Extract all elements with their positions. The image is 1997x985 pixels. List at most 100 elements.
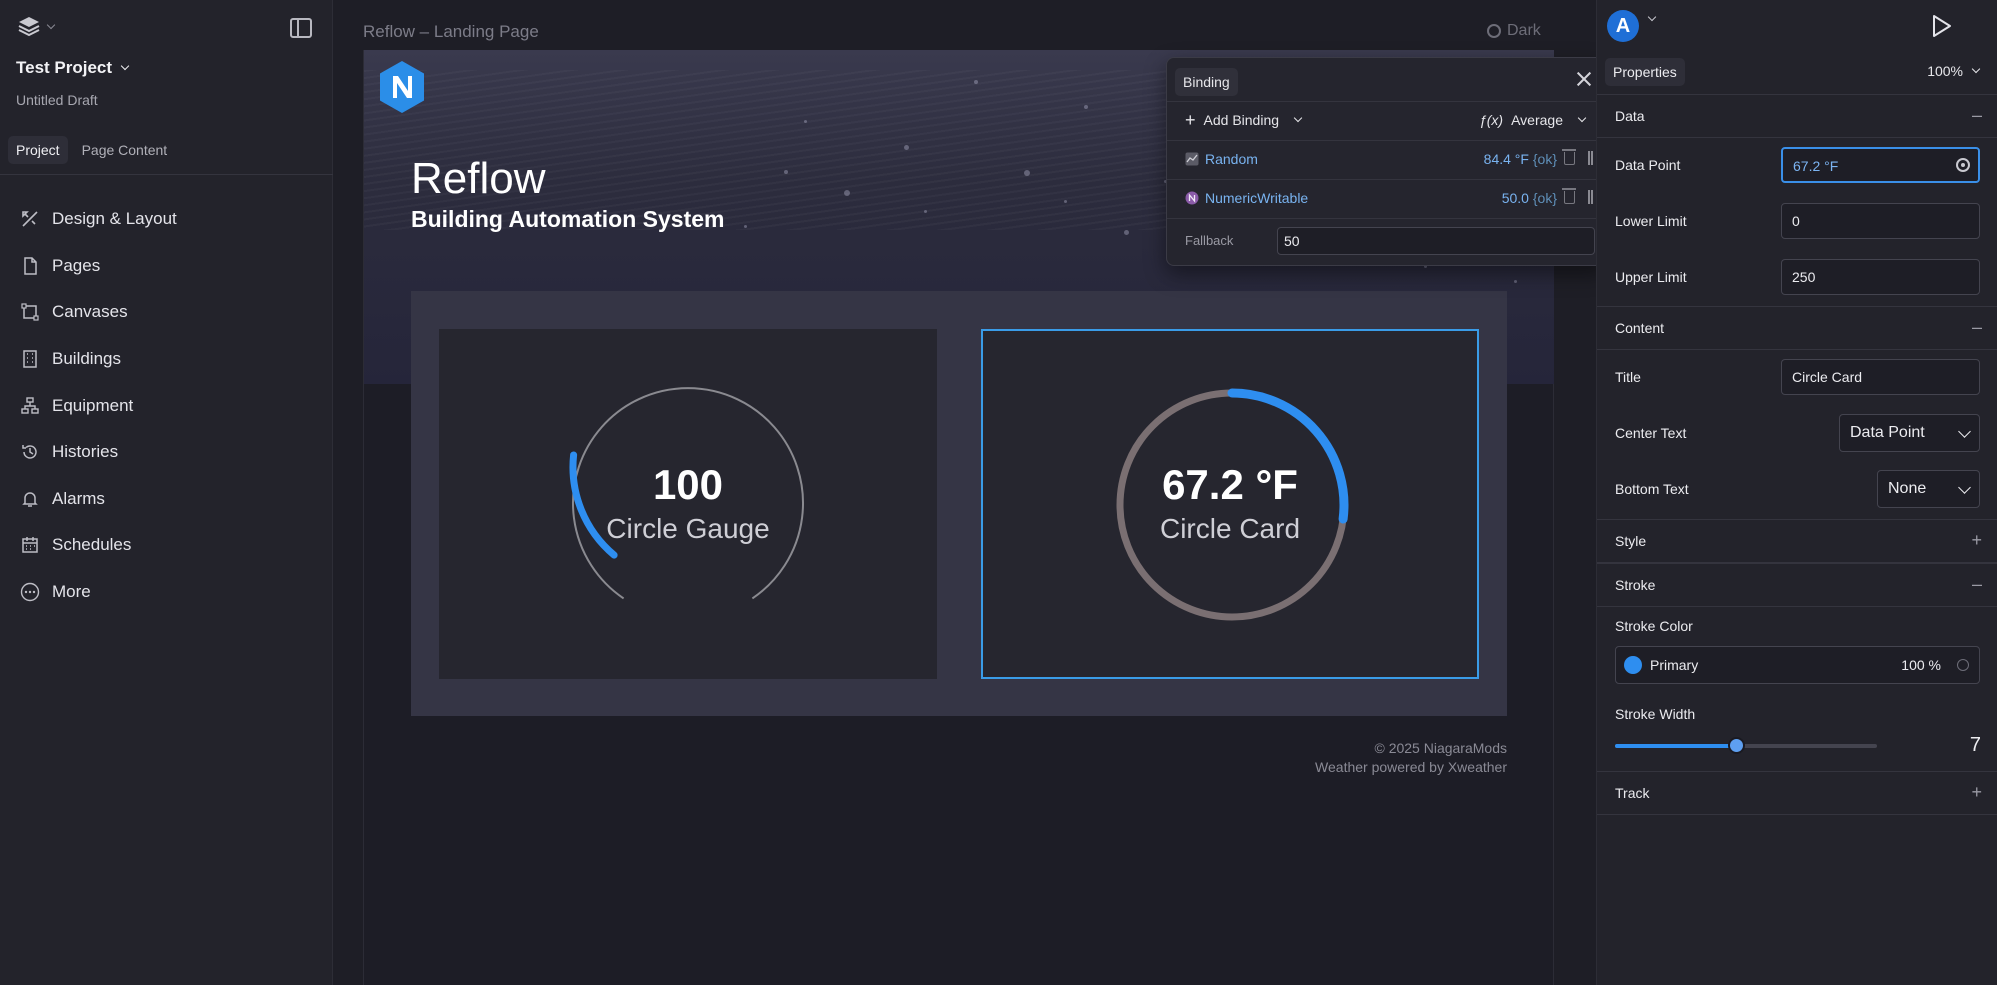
tab-project[interactable]: Project [8,136,68,164]
gauge-label: Circle Gauge [606,513,770,544]
sidebar-item-alarms[interactable]: Alarms [20,476,177,523]
expand-icon[interactable]: + [1971,782,1982,803]
building-icon [20,349,40,369]
section-style[interactable]: Style + [1597,519,1997,563]
theme-icon [1487,24,1501,38]
color-name: Primary [1650,657,1699,673]
binding-source-row[interactable]: NumericWritable 50.0 {ok} [1167,179,1605,218]
sidebar-item-equipment[interactable]: Equipment [20,382,177,429]
data-point-value: 67.2 °F [1793,158,1839,174]
avatar[interactable]: A [1607,10,1639,42]
sidebar-item-label: Schedules [52,535,132,555]
canvas-icon [20,302,40,322]
project-name: Test Project [16,58,113,77]
sidebar-item-label: Design & Layout [52,209,177,229]
trash-icon[interactable] [1562,188,1576,204]
divider [0,174,333,175]
section-label: Track [1615,785,1650,801]
footer-copyright: © 2025 NiagaraMods [1374,740,1507,756]
chevron-down-icon [120,61,130,71]
equipment-icon [20,396,40,416]
trash-icon[interactable] [1562,149,1576,165]
history-icon [20,442,40,462]
tab-properties[interactable]: Properties [1605,58,1685,86]
zoom-select[interactable]: 100% [1927,63,1981,79]
sidebar-item-buildings[interactable]: Buildings [20,336,177,383]
drag-handle-icon[interactable] [1588,151,1593,165]
section-stroke[interactable]: Stroke – [1597,563,1997,607]
sidebar-item-label: Equipment [52,395,134,415]
project-selector[interactable]: Test Project [16,58,130,78]
sidebar-item-pages[interactable]: Pages [20,243,177,290]
theme-toggle[interactable]: Dark [1487,22,1541,40]
expand-icon[interactable]: + [1971,530,1982,551]
play-icon[interactable] [1931,14,1953,38]
bottom-text-select[interactable]: None [1877,470,1980,508]
aggregate-function-select[interactable]: ƒ(x) Average [1479,112,1587,128]
sidebar-toggle-icon[interactable] [290,18,312,38]
source-name: Random [1205,151,1258,167]
source-value: 50.0 {ok} [1502,190,1557,206]
add-binding-button[interactable]: + Add Binding [1185,111,1303,129]
collapse-icon[interactable]: – [1972,574,1982,595]
data-point-label: Data Point [1615,157,1681,173]
section-data[interactable]: Data – [1597,94,1997,138]
sidebar-nav: Design & Layout Pages Canvases Buildings… [20,196,177,615]
function-label: Average [1511,112,1563,128]
source-value-text: 50.0 [1501,190,1529,206]
center-text-select[interactable]: Data Point [1839,414,1980,452]
center-text-value: Data Point [1850,424,1925,441]
canvas-title: Reflow – Landing Page [363,22,539,41]
sidebar-item-schedules[interactable]: Schedules [20,522,177,569]
stroke-width-label: Stroke Width [1615,706,1696,722]
color-swatch[interactable] [1624,656,1642,674]
design-icon [20,209,40,229]
section-track[interactable]: Track + [1597,771,1997,815]
stroke-color-label: Stroke Color [1615,618,1693,634]
chevron-down-icon[interactable] [1647,12,1657,22]
more-icon [20,582,40,602]
sidebar-item-histories[interactable]: Histories [20,429,177,476]
section-content[interactable]: Content – [1597,306,1997,350]
bell-icon [20,489,40,509]
section-label: Stroke [1615,577,1656,593]
sidebar-item-more[interactable]: More [20,569,177,616]
tab-binding[interactable]: Binding [1175,68,1238,96]
lower-limit-label: Lower Limit [1615,213,1687,229]
fallback-input[interactable]: 50 [1277,227,1595,255]
lower-limit-input[interactable]: 0 [1781,203,1980,239]
close-icon[interactable] [1575,70,1593,88]
upper-limit-label: Upper Limit [1615,269,1687,285]
sidebar-item-canvases[interactable]: Canvases [20,289,177,336]
sidebar-tabs: Project Page Content [8,136,175,164]
binding-source[interactable]: NumericWritable [1185,190,1308,206]
sidebar-item-label: Histories [52,442,119,462]
collapse-icon[interactable]: – [1972,105,1982,126]
chevron-down-icon [1958,424,1971,438]
stroke-width-slider[interactable] [1615,737,1877,754]
sidebar-item-label: Canvases [52,302,128,322]
opacity-icon[interactable] [1957,659,1969,671]
stroke-color-input[interactable]: Primary 100 % [1615,646,1980,684]
sidebar-item-label: Pages [52,255,101,275]
title-input[interactable]: Circle Card [1781,359,1980,395]
collapse-icon[interactable]: – [1972,317,1982,338]
app-menu[interactable] [16,14,56,40]
upper-limit-input[interactable]: 250 [1781,259,1980,295]
binding-source-row[interactable]: Random 84.4 °F {ok} [1167,140,1605,179]
hero-subtitle: Building Automation System [411,206,725,232]
drag-handle-icon[interactable] [1588,190,1593,204]
circle-card-selected[interactable]: 67.2 °F Circle Card [981,329,1479,679]
chevron-down-icon [1577,113,1587,123]
slider-fill [1615,744,1736,748]
target-icon[interactable] [1956,158,1970,172]
binding-source[interactable]: Random [1185,151,1258,167]
tab-page-content[interactable]: Page Content [74,136,176,164]
slider-thumb[interactable] [1727,737,1745,754]
data-point-input[interactable]: 67.2 °F [1781,147,1980,183]
stroke-width-value: 7 [1969,734,1981,756]
sidebar-item-design-layout[interactable]: Design & Layout [20,196,177,243]
fallback-label: Fallback [1185,233,1234,248]
zoom-value: 100% [1927,63,1963,79]
circle-gauge-card[interactable]: 100 Circle Gauge [439,329,937,679]
